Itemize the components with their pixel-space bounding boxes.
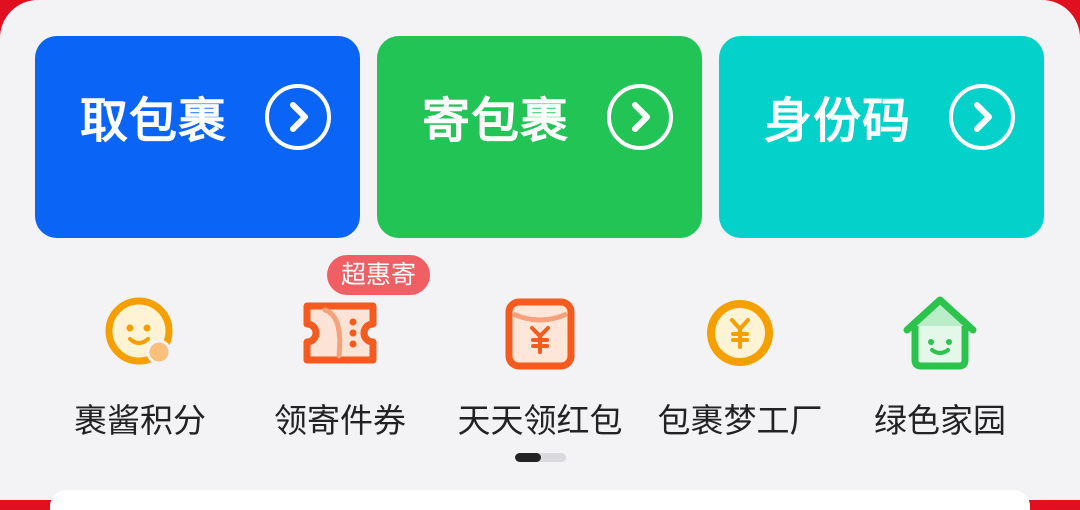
chevron-right-circle-icon: [949, 84, 1015, 150]
send-parcel-card[interactable]: 寄包裹: [377, 36, 702, 238]
pickup-parcel-card[interactable]: 取包裹: [35, 36, 360, 238]
chevron-right-circle-icon: [265, 84, 331, 150]
red-envelope-icon: [505, 298, 575, 370]
shortcut-red-envelope[interactable]: 天天领红包: [440, 270, 640, 450]
identity-code-label: 身份码: [764, 93, 912, 149]
yuan-coin-icon: [707, 300, 773, 366]
shortcut-dream-factory[interactable]: 包裹梦工厂: [640, 270, 840, 450]
promo-badge: 超惠寄: [327, 255, 431, 295]
shortcut-green-home-label: 绿色家园: [874, 401, 1006, 440]
chevron-right-circle-icon: [607, 84, 673, 150]
send-parcel-label: 寄包裹: [422, 93, 570, 149]
green-house-icon: [903, 296, 977, 370]
services-panel: 取包裹 寄包裹 身份码 裹酱积分 领寄件券 天天领红包 包裹梦工厂 绿色家园 超…: [0, 0, 1080, 510]
coupon-ticket-icon: [303, 302, 377, 364]
shortcut-points[interactable]: 裹酱积分: [40, 270, 240, 450]
shortcut-red-envelope-label: 天天领红包: [457, 401, 623, 440]
page-indicator[interactable]: [515, 453, 566, 462]
shortcut-green-home[interactable]: 绿色家园: [840, 270, 1040, 450]
pickup-parcel-label: 取包裹: [80, 93, 228, 149]
shortcut-dream-factory-label: 包裹梦工厂: [657, 401, 823, 440]
smiley-face-icon: [105, 297, 173, 365]
next-section-edge: [50, 490, 1030, 510]
shortcut-points-label: 裹酱积分: [74, 401, 206, 440]
page-indicator-active: [515, 453, 541, 462]
shortcut-coupon-label: 领寄件券: [274, 401, 406, 440]
identity-code-card[interactable]: 身份码: [719, 36, 1044, 238]
shortcut-coupon[interactable]: 领寄件券: [240, 270, 440, 450]
